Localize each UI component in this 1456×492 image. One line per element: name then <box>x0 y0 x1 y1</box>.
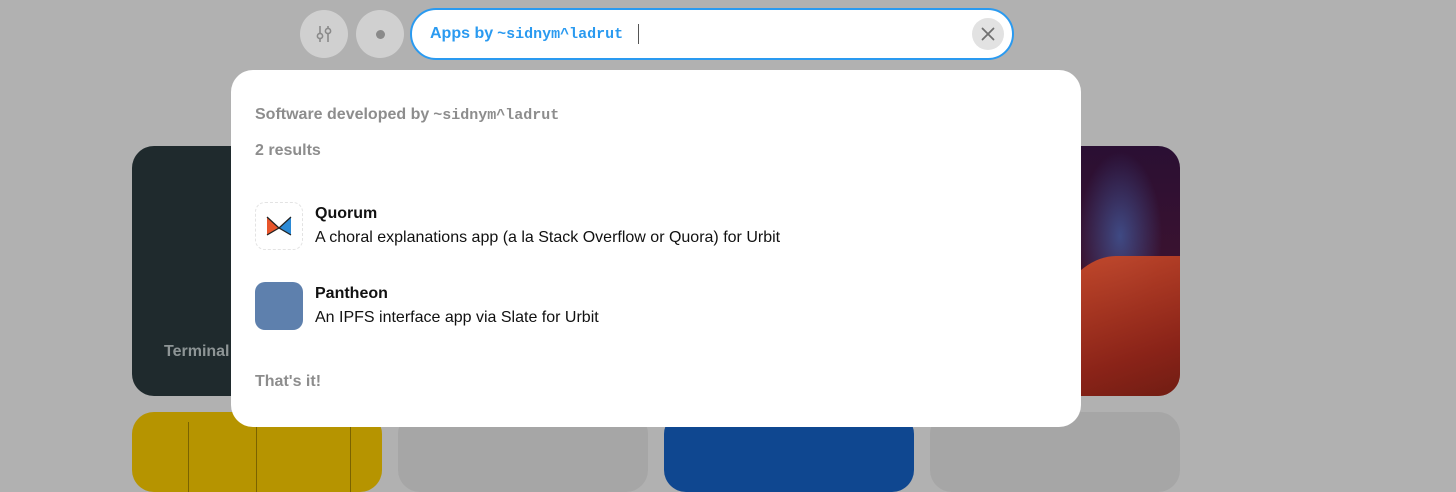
dot-icon <box>375 29 385 39</box>
settings-button[interactable] <box>300 10 348 58</box>
search-ship: ~sidnym^ladrut <box>497 26 624 43</box>
result-title: Pantheon <box>315 285 388 302</box>
clear-search-button[interactable] <box>972 18 1004 50</box>
quorum-app-icon <box>255 202 303 250</box>
result-description: A choral explanations app (a la Stack Ov… <box>315 229 781 246</box>
result-description: An IPFS interface app via Slate for Urbi… <box>315 309 599 326</box>
results-heading-label: Software developed by <box>255 106 430 123</box>
terminal-tile-label: Terminal <box>164 343 230 360</box>
result-item-pantheon[interactable]: Pantheon An IPFS interface app via Slate… <box>255 282 1055 330</box>
pantheon-app-icon <box>255 282 303 330</box>
close-icon <box>981 27 995 41</box>
tile-line <box>256 422 257 492</box>
text-caret <box>638 24 640 44</box>
result-item-quorum[interactable]: Quorum A choral explanations app (a la S… <box>255 202 1055 250</box>
search-prefix-label: Apps by <box>430 25 494 42</box>
status-button[interactable] <box>356 10 404 58</box>
results-heading: Software developed by ~sidnym^ladrut <box>255 106 559 124</box>
tile-line <box>188 422 189 492</box>
results-footer: That's it! <box>255 373 322 390</box>
search-results-panel: Software developed by ~sidnym^ladrut 2 re… <box>231 70 1081 427</box>
search-input[interactable]: Apps by ~sidnym^ladrut <box>410 8 1014 60</box>
search-prefix: Apps by ~sidnym^ladrut <box>430 25 623 43</box>
result-title: Quorum <box>315 205 378 222</box>
sliders-icon <box>316 26 332 42</box>
tile-line <box>350 422 351 492</box>
results-heading-ship: ~sidnym^ladrut <box>433 107 560 124</box>
quorum-logo-icon <box>266 216 292 236</box>
results-count: 2 results <box>255 142 321 159</box>
